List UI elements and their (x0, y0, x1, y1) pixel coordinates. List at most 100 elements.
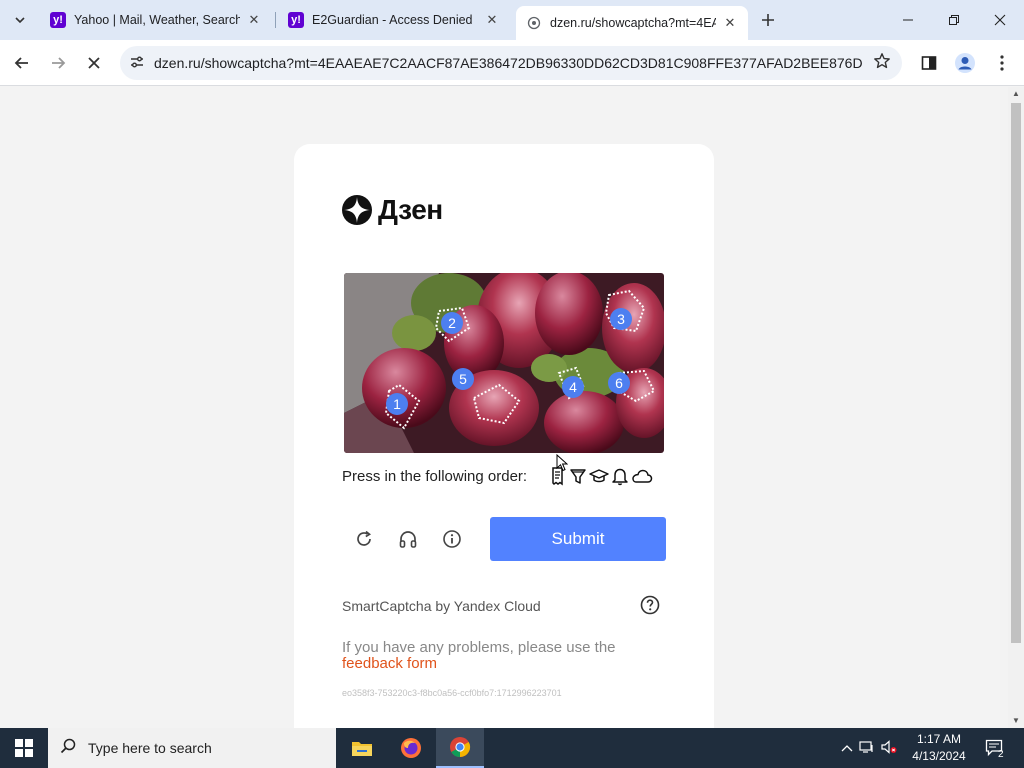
notification-center-button[interactable]: 2 (980, 728, 1010, 768)
close-icon[interactable]: ✕ (484, 12, 500, 28)
close-icon (994, 14, 1006, 26)
tab-dzen[interactable]: dzen.ru/showcaptcha?mt=4EAEAE ✕ (516, 6, 748, 40)
mouse-cursor-icon (556, 454, 568, 472)
headphones-icon (399, 531, 417, 548)
volume-muted-icon[interactable] (878, 739, 900, 757)
address-bar[interactable]: dzen.ru/showcaptcha?mt=4EAAEAE7C2AACF87A… (120, 46, 902, 80)
forward-button[interactable] (44, 49, 72, 77)
site-info-icon[interactable] (120, 54, 154, 73)
cloud-icon (632, 469, 653, 483)
firefox-icon (401, 738, 421, 758)
windows-logo-icon (15, 739, 33, 757)
notification-count: 2 (998, 749, 1004, 760)
captcha-card: Дзен 1 2 3 4 5 6 Press in the following … (294, 144, 714, 728)
yahoo-icon: y! (50, 12, 66, 28)
folder-icon (352, 742, 372, 756)
minimize-button[interactable] (890, 6, 926, 34)
search-placeholder: Type here to search (88, 740, 212, 756)
firefox-button[interactable] (387, 728, 435, 768)
page-scrollbar[interactable]: ▲ ▼ (1008, 87, 1024, 728)
restore-button[interactable] (936, 6, 972, 34)
restore-icon (949, 15, 959, 25)
captcha-provider: SmartCaptcha by Yandex Cloud (342, 598, 541, 614)
chrome-icon (450, 737, 471, 758)
captcha-image[interactable]: 1 2 3 4 5 6 (344, 273, 664, 453)
search-icon (48, 738, 88, 758)
chevron-up-icon[interactable] (838, 741, 856, 755)
yahoo-icon: y! (288, 12, 304, 28)
browser-toolbar: dzen.ru/showcaptcha?mt=4EAAEAE7C2AACF87A… (0, 40, 1024, 86)
captcha-tools (352, 527, 464, 551)
close-icon[interactable]: ✕ (246, 12, 262, 28)
captcha-marker[interactable]: 4 (562, 376, 584, 398)
minimize-icon (903, 19, 913, 21)
url-text[interactable]: dzen.ru/showcaptcha?mt=4EAAEAE7C2AACF87A… (154, 55, 862, 71)
refresh-button[interactable] (352, 527, 376, 551)
feedback-link[interactable]: feedback form (342, 655, 437, 672)
scroll-thumb[interactable] (1011, 103, 1021, 643)
chevron-down-icon (15, 17, 25, 24)
captcha-marker[interactable]: 6 (608, 372, 630, 394)
refresh-icon (357, 530, 371, 546)
audio-captcha-button[interactable] (396, 527, 420, 551)
new-tab-button[interactable] (756, 8, 780, 32)
side-panel-button[interactable] (915, 49, 943, 77)
close-window-button[interactable] (982, 6, 1018, 34)
tab-divider (275, 12, 276, 28)
back-button[interactable] (8, 49, 36, 77)
problems-message: If you have any problems, please use the… (342, 640, 632, 672)
dzen-star-icon (342, 195, 372, 225)
arrow-right-icon (52, 57, 66, 69)
scroll-up-icon[interactable]: ▲ (1008, 87, 1024, 101)
tab-search-button[interactable] (8, 8, 32, 32)
stop-icon (88, 57, 100, 69)
avatar-icon (955, 53, 975, 73)
file-explorer-button[interactable] (338, 728, 386, 768)
taskbar-clock[interactable]: 1:17 AM 4/13/2024 (906, 731, 972, 765)
start-button[interactable] (0, 728, 48, 768)
tab-label: E2Guardian - Access Denied (312, 13, 473, 27)
captcha-marker[interactable]: 5 (452, 368, 474, 390)
info-button[interactable] (440, 527, 464, 551)
menu-button[interactable] (988, 49, 1016, 77)
close-icon[interactable]: ✕ (722, 15, 738, 31)
network-icon[interactable] (856, 740, 878, 757)
windows-taskbar: Type here to search 1:17 AM 4/13/2024 2 (0, 728, 1024, 768)
stop-loading-button[interactable] (80, 49, 108, 77)
help-icon[interactable] (640, 595, 660, 615)
info-icon (443, 530, 461, 548)
kebab-menu-icon (1000, 55, 1004, 71)
arrow-left-icon (14, 57, 28, 69)
plus-icon (762, 14, 774, 26)
graduation-cap-icon (589, 469, 609, 483)
browser-titlebar: y! Yahoo | Mail, Weather, Search, Politi… (0, 0, 1024, 40)
submit-button[interactable]: Submit (490, 517, 666, 561)
tab-label: Yahoo | Mail, Weather, Search, Politics (74, 13, 240, 27)
scroll-down-icon[interactable]: ▼ (1008, 714, 1024, 728)
brand-name: Дзен (378, 194, 443, 225)
page-viewport: Дзен 1 2 3 4 5 6 Press in the following … (0, 87, 1024, 728)
captcha-hash: eo358f3-753220c3-f8bc0a56-ccf0bfo7:17129… (342, 688, 562, 698)
bookmark-star-icon[interactable] (862, 52, 902, 75)
captcha-marker[interactable]: 1 (386, 393, 408, 415)
bell-icon (612, 468, 628, 486)
dzen-logo: Дзен (342, 194, 443, 226)
clock-date: 4/13/2024 (912, 749, 966, 763)
profile-button[interactable] (951, 49, 979, 77)
captcha-marker[interactable]: 3 (610, 308, 632, 330)
tab-label: dzen.ru/showcaptcha?mt=4EAEAE (550, 16, 716, 30)
chrome-button[interactable] (436, 728, 484, 768)
tulip-photo (344, 273, 664, 453)
captcha-instruction: Press in the following order: (342, 467, 528, 485)
taskbar-search[interactable]: Type here to search (48, 728, 336, 768)
side-panel-icon (921, 56, 937, 70)
system-tray (838, 728, 900, 768)
tab-yahoo[interactable]: y! Yahoo | Mail, Weather, Search, Politi… (40, 4, 272, 36)
globe-icon (526, 15, 542, 31)
problems-text: If you have any problems, please use the (342, 639, 616, 656)
captcha-marker[interactable]: 2 (441, 312, 463, 334)
captcha-order-row: Press in the following order: (342, 466, 653, 486)
tab-e2guardian[interactable]: y! E2Guardian - Access Denied ✕ (278, 4, 510, 36)
funnel-icon (570, 469, 586, 484)
clock-time: 1:17 AM (916, 732, 962, 746)
